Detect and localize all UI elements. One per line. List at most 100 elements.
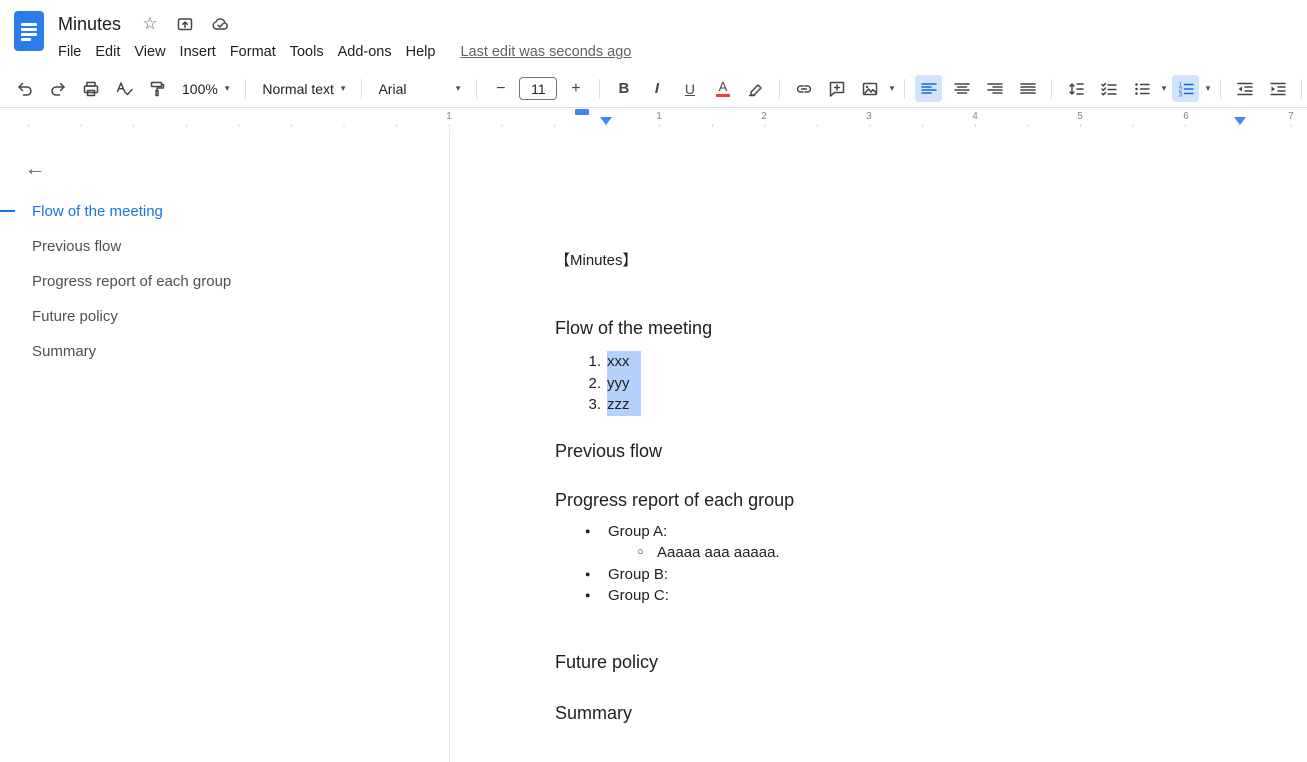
increase-indent-icon: [1269, 80, 1287, 98]
outline-item-label: Future policy: [32, 308, 118, 325]
menu-view[interactable]: View: [127, 41, 172, 63]
insert-link-button[interactable]: [790, 75, 817, 102]
menu-addons[interactable]: Add-ons: [331, 41, 399, 63]
selected-text[interactable]: zzz: [607, 394, 641, 416]
comment-plus-icon: [828, 80, 846, 98]
doc-heading-flow[interactable]: Flow of the meeting: [555, 317, 1287, 339]
redo-button[interactable]: [44, 75, 71, 102]
redo-icon: [49, 80, 67, 98]
image-options-caret[interactable]: ▾: [886, 75, 897, 102]
list-item[interactable]: ● Group C:: [555, 585, 1287, 607]
menu-file[interactable]: File: [51, 41, 88, 63]
doc-heading-progress[interactable]: Progress report of each group: [555, 489, 1287, 511]
outline-item-previous-flow[interactable]: Previous flow: [0, 229, 449, 264]
paint-format-button[interactable]: [143, 75, 170, 102]
list-number: 3.: [581, 394, 601, 416]
list-text[interactable]: Group B:: [608, 564, 668, 586]
move-to-folder-icon[interactable]: [172, 12, 198, 36]
styles-dropdown[interactable]: Normal text ▾: [253, 75, 354, 102]
doc-intro-line[interactable]: 【Minutes】: [555, 251, 1287, 271]
decrease-indent-button[interactable]: [1231, 75, 1258, 102]
undo-button[interactable]: [11, 75, 38, 102]
zoom-dropdown[interactable]: 100% ▾: [173, 75, 238, 102]
menu-edit[interactable]: Edit: [88, 41, 127, 63]
increase-font-size-button[interactable]: +: [562, 75, 589, 102]
list-item[interactable]: 3. zzz: [555, 394, 1287, 416]
doc-heading-summary[interactable]: Summary: [555, 702, 1287, 724]
align-left-button[interactable]: [915, 75, 942, 102]
outline-item-progress-report[interactable]: Progress report of each group: [0, 264, 449, 299]
increase-indent-button[interactable]: [1264, 75, 1291, 102]
doc-heading-previous[interactable]: Previous flow: [555, 440, 1287, 462]
outline-item-summary[interactable]: Summary: [0, 334, 449, 369]
insert-image-button[interactable]: [856, 75, 883, 102]
document-title[interactable]: Minutes: [58, 12, 121, 36]
align-right-button[interactable]: [981, 75, 1008, 102]
ruler-number: 6: [1183, 111, 1189, 122]
list-text[interactable]: Group C:: [608, 585, 669, 607]
document-canvas[interactable]: 【Minutes】 Flow of the meeting 1. xxx 2. …: [450, 129, 1307, 762]
bullet-icon: ●: [585, 521, 608, 543]
star-icon[interactable]: ☆: [137, 12, 163, 36]
menu-format[interactable]: Format: [223, 41, 283, 63]
align-center-button[interactable]: [948, 75, 975, 102]
decrease-font-size-button[interactable]: −: [487, 75, 514, 102]
first-line-indent-marker[interactable]: [600, 117, 612, 125]
menu-help[interactable]: Help: [399, 41, 443, 63]
list-item[interactable]: ○ Aaaaa aaa aaaaa.: [555, 542, 1287, 564]
close-outline-button[interactable]: ←: [20, 154, 50, 184]
cloud-status-icon: [211, 15, 230, 33]
highlight-color-button[interactable]: [742, 75, 769, 102]
list-number: 2.: [581, 373, 601, 395]
numbered-list-button[interactable]: 123: [1172, 75, 1199, 102]
text-color-button[interactable]: A: [709, 75, 736, 102]
selected-text[interactable]: xxx: [607, 351, 641, 373]
numbered-list-group: 123 ▾: [1169, 75, 1213, 102]
list-item[interactable]: ● Group B:: [555, 564, 1287, 586]
list-item[interactable]: ● Group A:: [555, 521, 1287, 543]
font-size-input[interactable]: [519, 77, 557, 100]
header-main: Minutes ☆ File Edit View Insert Format T…: [58, 10, 1307, 70]
font-dropdown[interactable]: Arial ▾: [369, 75, 469, 102]
list-item[interactable]: 2. yyy: [555, 373, 1287, 395]
line-spacing-button[interactable]: [1062, 75, 1089, 102]
last-edit-link[interactable]: Last edit was seconds ago: [460, 44, 631, 60]
list-item[interactable]: 1. xxx: [555, 351, 1287, 373]
bulleted-list-icon: [1133, 80, 1151, 98]
spellcheck-button[interactable]: [110, 75, 137, 102]
hollow-bullet-icon: ○: [637, 542, 657, 564]
outline-item-flow-of-the-meeting[interactable]: Flow of the meeting: [0, 194, 449, 229]
font-value: Arial: [378, 81, 406, 97]
list-text[interactable]: Aaaaa aaa aaaaa.: [657, 542, 780, 564]
divider: [779, 79, 780, 99]
doc-heading-future[interactable]: Future policy: [555, 651, 1287, 673]
ruler-number: 1: [656, 111, 662, 122]
outline-item-future-policy[interactable]: Future policy: [0, 299, 449, 334]
decrease-indent-icon: [1236, 80, 1254, 98]
divider: [599, 79, 600, 99]
docs-logo-icon[interactable]: [14, 11, 44, 51]
add-comment-button[interactable]: [823, 75, 850, 102]
print-button[interactable]: [77, 75, 104, 102]
bulleted-list-button[interactable]: [1128, 75, 1155, 102]
numbered-list-caret[interactable]: ▾: [1202, 75, 1213, 102]
checklist-button[interactable]: [1095, 75, 1122, 102]
menu-insert[interactable]: Insert: [173, 41, 223, 63]
selected-text[interactable]: yyy: [607, 373, 641, 395]
left-indent-marker[interactable]: [575, 109, 589, 115]
justify-button[interactable]: [1014, 75, 1041, 102]
bold-button[interactable]: B: [610, 75, 637, 102]
link-icon: [795, 80, 813, 98]
italic-button[interactable]: I: [643, 75, 670, 102]
document-page[interactable]: 【Minutes】 Flow of the meeting 1. xxx 2. …: [450, 129, 1307, 724]
bulleted-list-caret[interactable]: ▾: [1158, 75, 1169, 102]
underline-button[interactable]: U: [676, 75, 703, 102]
ruler-number: 4: [972, 111, 978, 122]
toolbar: 100% ▾ Normal text ▾ Arial ▾ − + B I U A…: [0, 70, 1307, 108]
list-text[interactable]: Group A:: [608, 521, 667, 543]
menu-tools[interactable]: Tools: [283, 41, 331, 63]
app-header: Minutes ☆ File Edit View Insert Format T…: [0, 0, 1307, 70]
ruler-number: 5: [1077, 111, 1083, 122]
cloud-status-icon[interactable]: [207, 12, 233, 36]
right-indent-marker[interactable]: [1234, 117, 1246, 125]
